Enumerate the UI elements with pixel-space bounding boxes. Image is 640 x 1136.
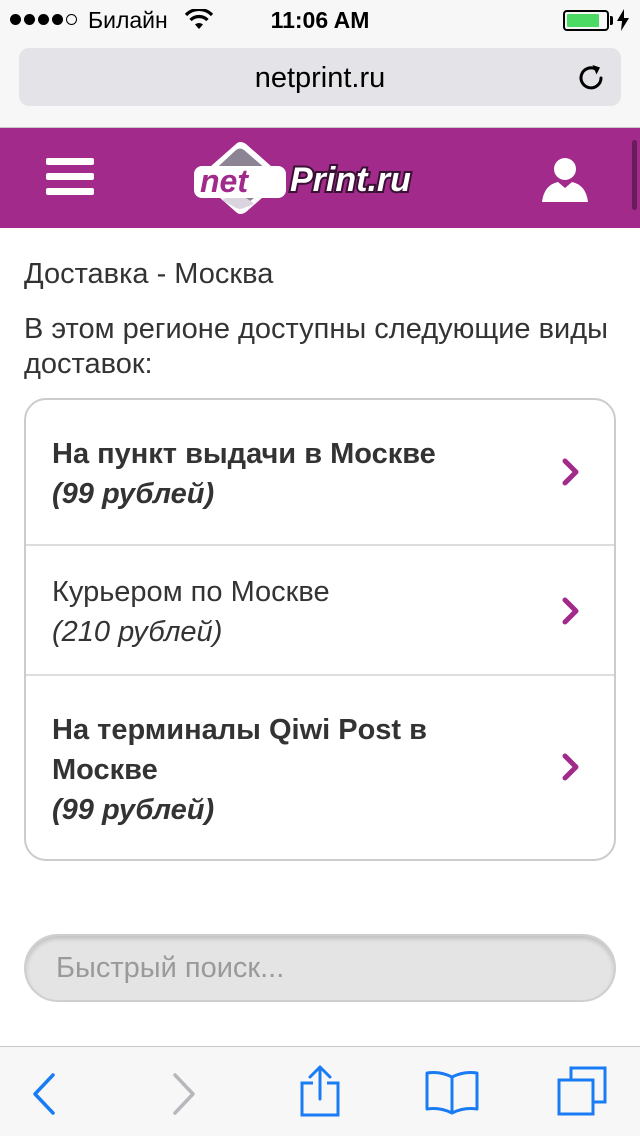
user-icon[interactable]: [540, 154, 590, 204]
tabs-icon: [557, 1066, 607, 1116]
back-button[interactable]: [2, 1047, 82, 1136]
back-icon: [33, 1073, 55, 1115]
delivery-option-name: Курьером по Москве: [52, 576, 330, 608]
url-text: netprint.ru: [254, 62, 386, 94]
svg-text:Print.ru: Print.ru: [290, 161, 411, 199]
tabs-button[interactable]: [546, 1047, 626, 1136]
bookmarks-button[interactable]: [412, 1047, 492, 1136]
url-field[interactable]: netprint.ru: [19, 48, 621, 106]
clock: 11:06 AM: [270, 7, 370, 33]
battery-icon: [563, 10, 609, 31]
netprint-logo[interactable]: net Print.ru: [192, 140, 452, 218]
battery-tip: [610, 16, 613, 25]
delivery-option-pickup[interactable]: На пункт выдачи в Москве (99 рублей): [26, 400, 614, 546]
page-title: Доставка - Москва: [24, 258, 274, 290]
browser-toolbar: [0, 1046, 640, 1136]
chevron-right-icon: [562, 597, 579, 625]
site-header: net Print.ru: [0, 128, 640, 228]
forward-button[interactable]: [144, 1047, 224, 1136]
forward-icon: [173, 1073, 195, 1115]
delivery-option-name: На пункт выдачи в Москве: [52, 438, 436, 470]
quick-search-input[interactable]: [24, 934, 616, 1002]
delivery-option-price: (210 рублей): [52, 616, 223, 648]
status-bar: Билайн 11:06 AM: [0, 0, 640, 40]
scroll-indicator: [632, 140, 637, 210]
charging-bolt-icon: [617, 9, 629, 31]
share-icon: [300, 1065, 340, 1117]
intro-text: В этом регионе доступны следующие виды д…: [24, 313, 608, 380]
delivery-option-courier[interactable]: Курьером по Москве (210 рублей): [26, 546, 614, 676]
browser-address-bar: netprint.ru: [0, 40, 640, 128]
delivery-option-name: На терминалы Qiwi Post в Москве: [52, 714, 427, 786]
hamburger-menu-icon[interactable]: [46, 158, 94, 198]
delivery-option-qiwi-post[interactable]: На терминалы Qiwi Post в Москве (99 рубл…: [26, 676, 614, 859]
reload-icon[interactable]: [575, 61, 607, 93]
chevron-right-icon: [562, 753, 579, 781]
bookmarks-icon: [425, 1071, 479, 1115]
chevron-right-icon: [562, 458, 579, 486]
delivery-options-list: На пункт выдачи в Москве (99 рублей) Кур…: [24, 398, 616, 861]
delivery-option-price: (99 рублей): [52, 794, 215, 826]
svg-text:net: net: [200, 163, 249, 199]
delivery-option-price: (99 рублей): [52, 478, 215, 510]
share-button[interactable]: [280, 1047, 360, 1136]
